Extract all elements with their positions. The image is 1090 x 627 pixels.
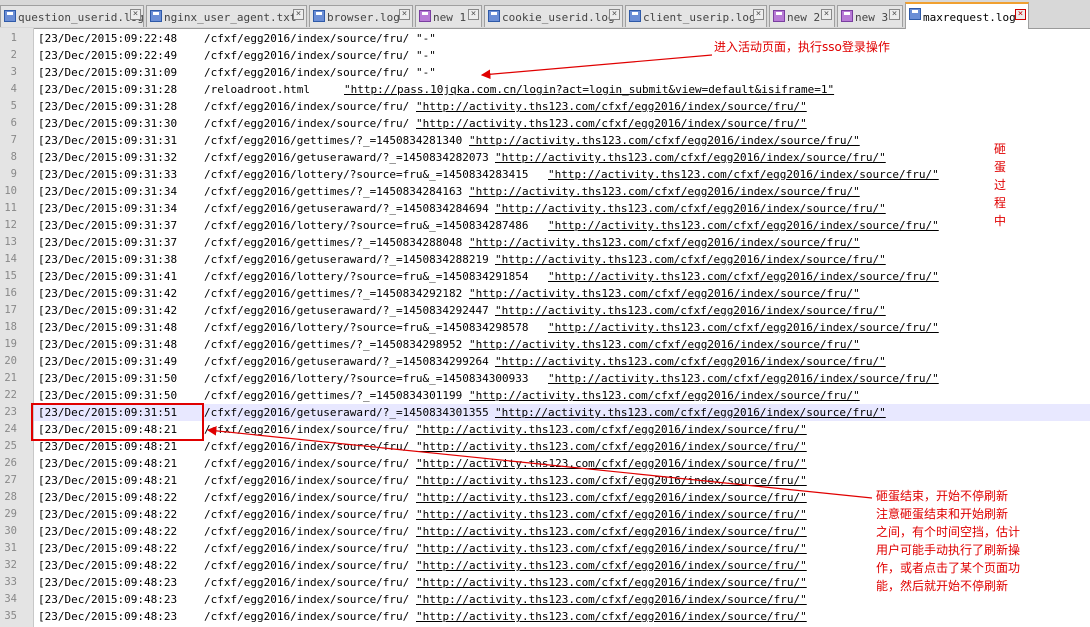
arrow-sso — [480, 54, 713, 80]
arrow-refresh — [206, 426, 873, 499]
annotation-arrows — [206, 54, 873, 499]
